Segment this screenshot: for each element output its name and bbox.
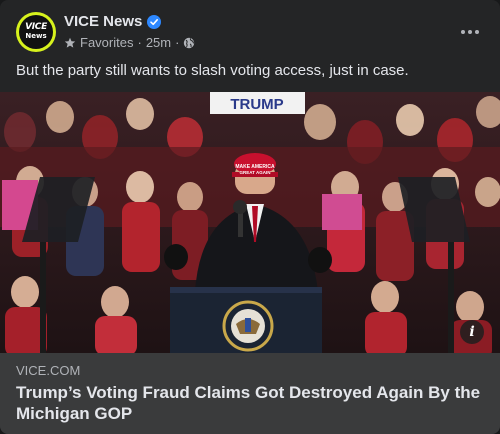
page-name-row: VICE News	[64, 13, 162, 30]
meta-separator: ·	[137, 35, 142, 50]
page-name-link[interactable]: VICE News	[64, 13, 142, 30]
banner-text: TRUMP	[230, 96, 283, 113]
post-meta: Favorites · 25m ·	[64, 35, 195, 50]
more-options-icon[interactable]	[458, 22, 482, 42]
link-preview[interactable]: VICE.COM Trump’s Voting Fraud Claims Got…	[0, 353, 500, 434]
logo-line1: VICE	[25, 22, 47, 32]
vice-news-logo: VICE News	[19, 15, 53, 49]
post-text: But the party still wants to slash votin…	[16, 62, 409, 79]
page-avatar[interactable]: VICE News	[16, 12, 56, 52]
star-icon	[64, 37, 76, 48]
audience-label: Favorites	[80, 35, 134, 50]
hat-text-line2: GREAT AGAIN	[240, 170, 271, 175]
timestamp-link[interactable]: 25m	[146, 35, 171, 50]
rally-photo-illustration: TRUMP MAKE AMERICA GREAT AGAIN	[0, 92, 500, 353]
verified-badge-icon	[147, 14, 162, 29]
link-headline[interactable]: Trump’s Voting Fraud Claims Got Destroye…	[16, 382, 486, 424]
logo-line2: News	[25, 32, 47, 40]
info-icon[interactable]: i	[460, 320, 484, 344]
facebook-post: VICE News VICE News Favorites · 25m · Bu…	[0, 0, 500, 434]
meta-separator: ·	[175, 35, 180, 50]
globe-icon[interactable]	[183, 37, 195, 49]
link-domain: VICE.COM	[16, 363, 81, 378]
post-photo[interactable]: TRUMP MAKE AMERICA GREAT AGAIN	[0, 92, 500, 353]
